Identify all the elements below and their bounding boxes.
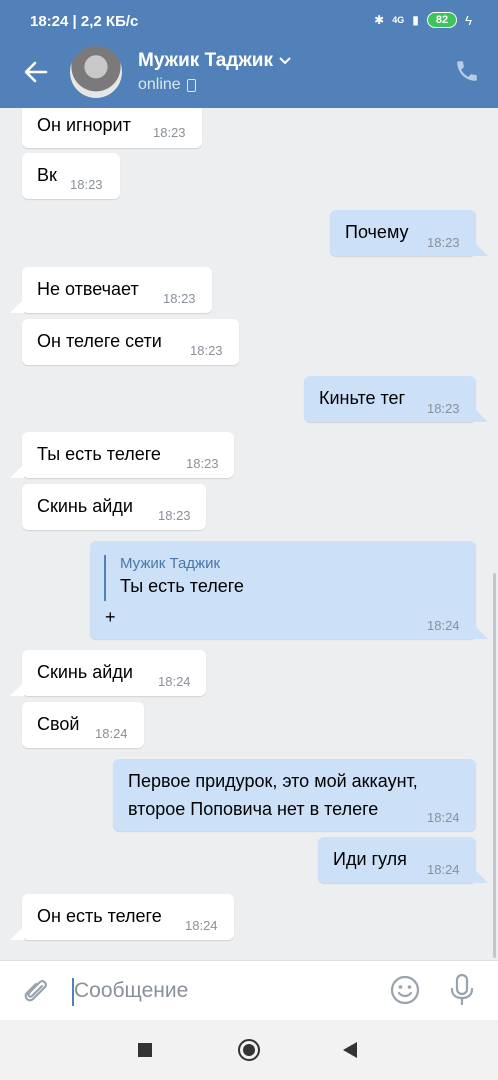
network-icon: 4G [392, 14, 405, 25]
back-icon[interactable] [343, 1042, 357, 1058]
chevron-down-icon [279, 57, 291, 65]
reply-quote-bar [104, 555, 106, 601]
message-outgoing-reply[interactable]: Мужик Таджик Ты есть телеге + 18:24 [90, 541, 488, 639]
recents-icon[interactable] [138, 1043, 152, 1057]
status-time: 18:24 | 2,2 КБ/с [30, 13, 139, 30]
message-outgoing[interactable]: Почему 18:23 [330, 210, 488, 256]
back-arrow-icon[interactable] [22, 58, 50, 86]
scrollbar[interactable] [493, 573, 496, 958]
contact-info[interactable]: Мужик Таджик online [138, 50, 291, 94]
chat-header: Мужик Таджик online [0, 44, 498, 108]
reply-text: Ты есть телеге [120, 576, 244, 596]
charging-icon: ϟ [465, 12, 472, 28]
message-outgoing[interactable]: Иди гуля 18:24 [318, 837, 488, 883]
message-incoming[interactable]: Он игнорит 18:23 [22, 108, 202, 148]
message-incoming[interactable]: Вк 18:23 [22, 153, 120, 199]
message-incoming[interactable]: Не отвечает 18:23 [10, 267, 212, 313]
signal-icon: ▮ [412, 13, 419, 27]
status-bar: 18:24 | 2,2 КБ/с ✱ 4G ▮ 82 ϟ [0, 0, 498, 44]
message-incoming[interactable]: Свой 18:24 [22, 702, 144, 748]
message-outgoing[interactable]: Первое придурок, это мой аккаунт, второе… [113, 759, 476, 831]
contact-status: online [138, 76, 181, 93]
message-incoming[interactable]: Он есть телеге 18:24 [10, 894, 234, 940]
message-input[interactable]: Сообщение [74, 979, 188, 1003]
reply-author: Мужик Таджик [120, 555, 221, 572]
avatar[interactable] [70, 46, 122, 98]
message-incoming[interactable]: Скинь айди 18:23 [22, 484, 206, 530]
message-incoming[interactable]: Скинь айди 18:24 [10, 650, 206, 696]
message-incoming[interactable]: Ты есть телеге 18:23 [10, 432, 234, 478]
top-bar: 18:24 | 2,2 КБ/с ✱ 4G ▮ 82 ϟ Мужик Таджи… [0, 0, 498, 108]
message-outgoing[interactable]: Киньте тег 18:23 [304, 376, 488, 422]
microphone-icon[interactable] [448, 973, 476, 1007]
system-nav-bar [0, 1020, 498, 1080]
phone-icon[interactable] [454, 58, 480, 84]
status-icons: ✱ 4G ▮ 82 ϟ [374, 12, 472, 28]
composer-bar: Сообщение [0, 960, 498, 1021]
message-list[interactable]: Он игнорит 18:23 Вк 18:23 Почему 18:23 Н… [0, 108, 498, 960]
paperclip-icon[interactable] [22, 977, 50, 1007]
contact-name: Мужик Таджик [138, 50, 273, 71]
bluetooth-icon: ✱ [374, 13, 385, 27]
emoji-icon[interactable] [390, 975, 420, 1005]
home-icon[interactable] [238, 1039, 260, 1061]
battery-badge: 82 [426, 12, 458, 28]
mobile-icon [186, 78, 196, 92]
message-incoming[interactable]: Он телеге сети 18:23 [22, 319, 239, 365]
